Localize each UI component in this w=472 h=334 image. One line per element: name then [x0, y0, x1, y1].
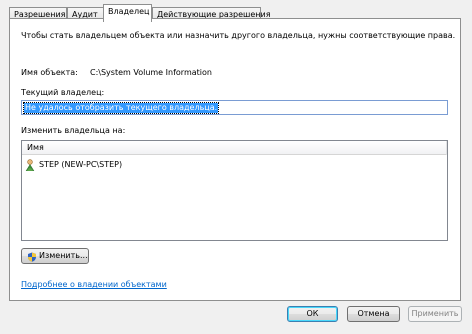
intro-text: Чтобы стать владельцем объекта или назна… [21, 31, 456, 40]
change-owner-button[interactable]: Изменить... [21, 248, 89, 264]
apply-button[interactable]: Применить [408, 306, 462, 322]
change-owner-label: Изменить владельца на: [21, 126, 126, 135]
ok-button[interactable]: ОК [287, 306, 338, 322]
object-name-value: C:\System Volume Information [90, 68, 212, 77]
cancel-button[interactable]: Отмена [347, 306, 400, 322]
list-header: Имя [22, 141, 447, 155]
change-owner-button-label: Изменить... [39, 251, 88, 260]
uac-shield-icon [28, 252, 36, 262]
owner-candidates-list[interactable]: Имя STEP (NEW-PC\STEP) [21, 140, 448, 241]
object-name-label: Имя объекта: [21, 68, 78, 77]
list-item-label: STEP (NEW-PC\STEP) [39, 160, 123, 169]
tab-owner[interactable]: Владелец [103, 4, 152, 22]
learn-more-link[interactable]: Подробнее о владении объектами [21, 280, 167, 289]
current-owner-field[interactable]: Не удалось отобразить текущего владельца… [21, 100, 448, 115]
current-owner-label: Текущий владелец: [21, 88, 105, 97]
current-owner-value: Не удалось отобразить текущего владельца… [22, 102, 220, 114]
owner-panel: Чтобы стать владельцем объекта или назна… [9, 18, 461, 301]
column-header-name[interactable]: Имя [27, 143, 44, 152]
user-icon [25, 159, 35, 171]
column-separator [446, 141, 447, 155]
